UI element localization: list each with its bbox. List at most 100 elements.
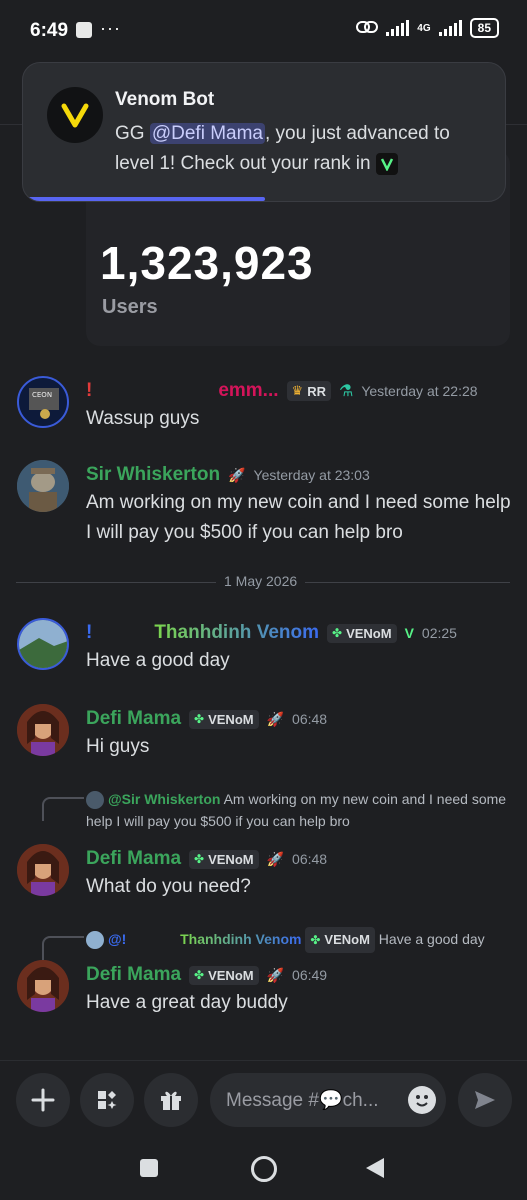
clover-icon: ✤ bbox=[332, 626, 343, 640]
send-button[interactable] bbox=[458, 1073, 512, 1127]
timestamp: 06:48 bbox=[292, 851, 328, 867]
emoji-icon[interactable] bbox=[408, 1086, 436, 1114]
message: CEON ! emm... ♛ RR ⚗ Yesterday at 22:28 W… bbox=[0, 374, 527, 438]
avatar[interactable] bbox=[17, 618, 69, 670]
svg-text:CEON: CEON bbox=[32, 391, 52, 399]
username[interactable]: Defi Mama bbox=[86, 964, 181, 986]
avatar[interactable] bbox=[17, 460, 69, 512]
notification-square-icon bbox=[76, 22, 92, 38]
crown-icon: ♛ bbox=[291, 383, 304, 398]
role-tag-label: VENoM bbox=[324, 932, 370, 947]
message: Sir Whiskerton 🚀 Yesterday at 23:03 Am w… bbox=[0, 458, 527, 558]
level-up-notification[interactable]: Venom Bot GG @Defi Mama, you just advanc… bbox=[22, 62, 506, 202]
add-button[interactable] bbox=[16, 1073, 70, 1127]
recents-button[interactable] bbox=[140, 1159, 158, 1177]
gift-icon bbox=[161, 1091, 181, 1110]
notification-title: Venom Bot bbox=[115, 89, 215, 110]
flask-icon: ⚗ bbox=[338, 383, 354, 400]
message: Defi Mama ✤ VENoM 🚀 06:48 What do you nee… bbox=[0, 842, 527, 908]
clover-icon: ✤ bbox=[310, 933, 321, 947]
avatar[interactable]: CEON bbox=[17, 376, 69, 428]
message: Defi Mama ✤ VENoM 🚀 06:48 Hi guys bbox=[0, 702, 527, 768]
username-prefix: ! bbox=[86, 380, 93, 401]
apps-icon bbox=[98, 1091, 117, 1109]
plus-icon bbox=[31, 1088, 55, 1112]
avatar[interactable] bbox=[17, 844, 69, 896]
stat-label: Users bbox=[102, 296, 158, 318]
reply-preview[interactable]: @! Thanhdinh Venom ✤ VENoM Have a good da… bbox=[86, 927, 511, 953]
message: Defi Mama ✤ VENoM 🚀 06:49 Have a great da… bbox=[0, 958, 527, 1024]
reply-avatar bbox=[86, 791, 104, 810]
status-bar: 6:49 ··· 4G 85 bbox=[0, 0, 527, 64]
username[interactable]: Sir Whiskerton bbox=[86, 464, 220, 486]
reply-avatar bbox=[86, 931, 104, 950]
reply-username-2: Thanhdinh Venom bbox=[180, 931, 302, 947]
user-mention[interactable]: @Defi Mama bbox=[149, 123, 265, 144]
timestamp: Yesterday at 22:28 bbox=[361, 383, 478, 399]
link-icon bbox=[356, 20, 379, 37]
timestamp: 06:48 bbox=[292, 711, 328, 727]
role-tag-label: VENoM bbox=[208, 711, 254, 727]
notification-progress-bar bbox=[23, 197, 265, 201]
clock: 6:49 bbox=[30, 20, 69, 41]
username[interactable]: Thanhdinh Venom bbox=[154, 622, 319, 644]
message-text: Am working on my new coin and I need som… bbox=[86, 492, 511, 543]
clover-icon: ✤ bbox=[194, 968, 205, 982]
username-prefix: ! bbox=[86, 622, 93, 643]
send-icon bbox=[475, 1091, 495, 1109]
role-tag-label: VENoM bbox=[346, 625, 392, 641]
signal-icon-2 bbox=[438, 20, 462, 36]
role-tag-label: RR bbox=[307, 383, 326, 399]
signal-icon bbox=[386, 20, 410, 36]
rocket-icon: 🚀 bbox=[266, 850, 285, 867]
stat-number: 1,323,923 bbox=[100, 237, 314, 289]
role-tag: ♛ RR bbox=[286, 381, 331, 401]
rocket-icon: 🚀 bbox=[266, 966, 285, 983]
venom-badge-icon: V bbox=[404, 625, 414, 641]
role-tag: ✤ VENoM bbox=[189, 965, 259, 985]
message-text: Wassup guys bbox=[86, 408, 200, 429]
system-nav-bar bbox=[0, 1140, 527, 1200]
reply-connector bbox=[42, 797, 84, 821]
username[interactable]: Defi Mama bbox=[86, 848, 181, 870]
reply-username: @! bbox=[108, 931, 127, 947]
message-text: What do you need? bbox=[86, 876, 251, 897]
reply-connector bbox=[42, 936, 84, 960]
role-tag: ✤ VENoM bbox=[189, 709, 259, 729]
reply-preview[interactable]: @Sir Whiskerton Am working on my new coi… bbox=[86, 788, 511, 832]
bot-avatar bbox=[47, 87, 103, 143]
home-button[interactable] bbox=[251, 1156, 277, 1182]
message-text: Hi guys bbox=[86, 736, 150, 757]
notification-text: GG @Defi Mama, you just advanced to leve… bbox=[115, 119, 485, 179]
message-input-placeholder: Message #💬ch... bbox=[226, 1090, 379, 1111]
timestamp: 02:25 bbox=[421, 625, 457, 641]
message: ! Thanhdinh Venom ✤ VENoM V 02:25 Have a … bbox=[0, 616, 527, 682]
message-text: Have a good day bbox=[86, 650, 230, 671]
clover-icon: ✤ bbox=[194, 852, 205, 866]
gift-button[interactable] bbox=[144, 1073, 198, 1127]
reply-text: Have a good day bbox=[378, 931, 485, 947]
message-composer: Message #💬ch... bbox=[0, 1060, 527, 1141]
notification-text-start: GG bbox=[115, 123, 150, 144]
message-text: Have a great day buddy bbox=[86, 992, 288, 1013]
clover-icon: ✤ bbox=[194, 712, 205, 726]
more-notifications-icon: ··· bbox=[100, 18, 121, 38]
apps-button[interactable] bbox=[80, 1073, 134, 1127]
role-tag-label: VENoM bbox=[208, 967, 254, 983]
username[interactable]: Defi Mama bbox=[86, 708, 181, 730]
date-divider-label: 1 May 2026 bbox=[216, 573, 306, 589]
avatar[interactable] bbox=[17, 704, 69, 756]
reply-username: @Sir Whiskerton bbox=[108, 791, 221, 807]
reply-role-tag: ✤ VENoM bbox=[305, 927, 375, 953]
timestamp: 06:49 bbox=[292, 967, 328, 983]
venom-channel-icon[interactable] bbox=[375, 152, 398, 175]
role-tag: ✤ VENoM bbox=[327, 623, 397, 643]
role-tag: ✤ VENoM bbox=[189, 849, 259, 869]
battery-icon: 85 bbox=[469, 18, 499, 38]
venom-logo-icon bbox=[61, 103, 89, 128]
back-button[interactable] bbox=[366, 1158, 384, 1178]
avatar[interactable] bbox=[17, 960, 69, 1012]
username[interactable]: emm... bbox=[218, 380, 278, 402]
message-input[interactable]: Message #💬ch... bbox=[210, 1073, 446, 1127]
rocket-icon: 🚀 bbox=[228, 466, 246, 483]
